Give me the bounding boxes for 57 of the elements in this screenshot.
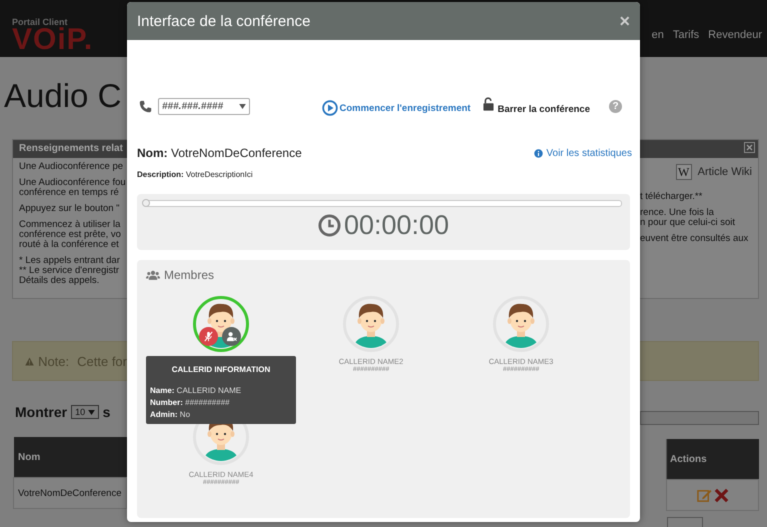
member-avatar[interactable] xyxy=(193,296,249,352)
conference-description: Description: VotreDescriptionIci xyxy=(137,170,254,179)
delete-icon[interactable] xyxy=(714,488,728,502)
page-size-select[interactable]: 10 xyxy=(71,405,99,419)
phone-icon xyxy=(139,100,152,112)
column-header: Actions xyxy=(670,454,707,464)
caret-icon xyxy=(239,104,246,108)
page-size-text: s xyxy=(102,404,110,420)
info-text: Détails des appels. xyxy=(19,276,100,286)
page-title: Audio C xyxy=(4,76,122,116)
info-icon xyxy=(534,148,544,158)
info-text: t télécharger.** xyxy=(640,192,702,202)
info-text: rence. Une fois la xyxy=(640,208,714,218)
column-header: Nom xyxy=(18,452,40,462)
phone-select[interactable]: ###.###.#### xyxy=(158,98,250,114)
timer-value: 00:00:00 xyxy=(344,210,450,241)
info-text: conférence en temps ré xyxy=(19,188,120,198)
users-icon xyxy=(146,270,160,280)
tooltip-field: Name: CALLERID NAME xyxy=(150,385,292,397)
record-link[interactable]: Commencer l'enregistrement xyxy=(322,100,471,116)
info-text: euvent être consultés aux xyxy=(640,234,748,244)
slider-thumb[interactable] xyxy=(142,199,150,207)
unlocked-padlock-icon[interactable] xyxy=(482,97,494,111)
panel-title: Renseignements relat xyxy=(19,143,123,154)
tooltip-field: Number: ########## xyxy=(150,397,292,409)
tooltip-title: CALLERID INFORMATION xyxy=(170,365,272,374)
caret-icon xyxy=(88,410,95,415)
conference-name: Nom: VotreNomDeConference xyxy=(137,146,302,160)
statistics-link[interactable]: Voir les statistiques xyxy=(534,148,632,158)
dialog-title: Interface de la conférence xyxy=(137,12,310,30)
info-text: conférence est prête, vo xyxy=(19,230,122,240)
clock-icon xyxy=(318,214,341,237)
info-text: routé à la conférence et xyxy=(19,240,120,250)
nav-link[interactable]: en xyxy=(652,29,664,41)
search-field[interactable] xyxy=(640,411,759,425)
wiki-icon: W xyxy=(676,164,692,180)
brand-caption: Portail Client xyxy=(12,17,69,27)
wiki-link[interactable]: Article Wiki xyxy=(698,166,752,178)
close-icon[interactable] xyxy=(744,142,755,153)
lock-label[interactable]: Barrer la conférence xyxy=(498,104,590,114)
info-text: ** Le service d'enregistr xyxy=(19,266,120,276)
page-size-label: Montrer xyxy=(15,404,68,420)
members-title: Membres xyxy=(164,268,214,282)
info-text: Appuyez sur le bouton " xyxy=(19,204,121,214)
muted-microphone-icon xyxy=(203,331,214,342)
remove-user-icon xyxy=(226,331,237,342)
nav-link[interactable]: Revendeur xyxy=(708,29,762,41)
info-text: Une Audioconférence fou xyxy=(19,178,127,188)
info-text: Une Audioconférence pe xyxy=(19,162,124,172)
tooltip-field: Admin: No xyxy=(150,409,292,421)
info-text: * Les appels entrant dar xyxy=(19,256,121,266)
close-button[interactable]: × xyxy=(619,12,630,30)
table-cell: VotreNomDeConference xyxy=(18,488,122,498)
info-text: Commencez à utiliser la xyxy=(19,220,122,230)
play-icon xyxy=(322,100,338,116)
info-text: n pour que celui-ci soit xyxy=(640,218,736,228)
nav-link[interactable]: Tarifs xyxy=(672,29,700,41)
